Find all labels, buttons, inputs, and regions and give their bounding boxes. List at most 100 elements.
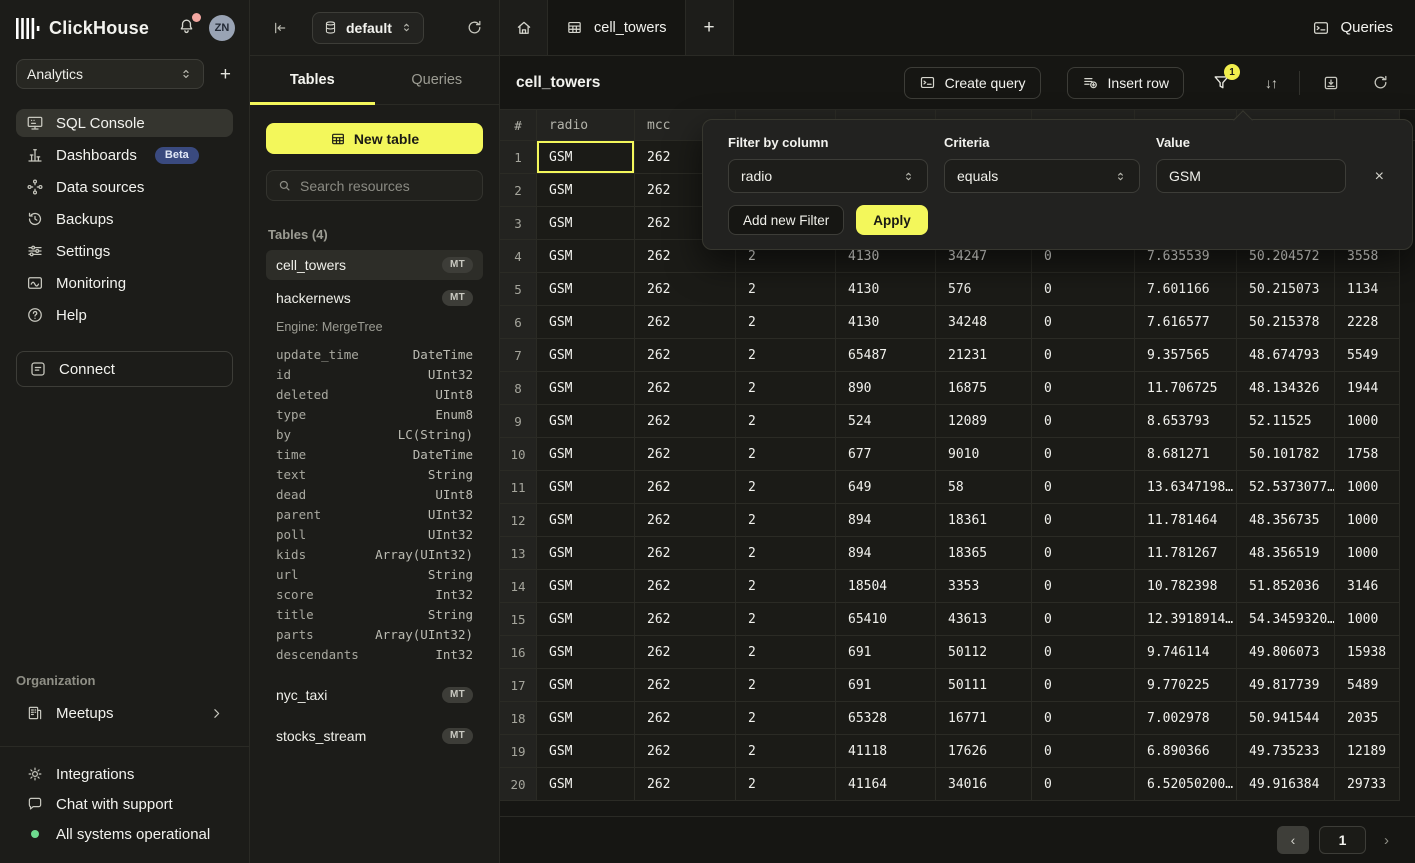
grid-cell[interactable]: GSM [537,702,635,735]
grid-cell[interactable]: 262 [635,372,736,405]
filter-criteria-select[interactable]: equals [944,159,1140,193]
queries-button[interactable]: Queries [1290,0,1415,55]
grid-cell[interactable]: 48.356519 [1237,537,1335,570]
grid-cell[interactable]: 2 [736,372,836,405]
grid-cell[interactable]: 0 [1032,339,1135,372]
grid-cell[interactable]: 262 [635,339,736,372]
grid-cell[interactable]: 2 [736,471,836,504]
grid-cell[interactable]: 50112 [936,636,1032,669]
download-button[interactable] [1312,70,1350,96]
grid-cell[interactable]: 9010 [936,438,1032,471]
grid-cell[interactable]: 0 [1032,735,1135,768]
grid-cell[interactable]: GSM [537,603,635,636]
grid-cell[interactable]: 0 [1032,273,1135,306]
grid-cell[interactable]: GSM [537,768,635,801]
grid-cell[interactable]: GSM [537,537,635,570]
grid-cell[interactable]: 29733 [1335,768,1400,801]
grid-cell[interactable]: 2 [736,306,836,339]
grid-cell[interactable]: 2 [736,669,836,702]
grid-cell[interactable]: 12189 [1335,735,1400,768]
org-item-meetups[interactable]: Meetups [16,698,233,728]
grid-cell[interactable]: 49.817739 [1237,669,1335,702]
grid-cell[interactable]: 2 [736,537,836,570]
grid-cell[interactable]: 576 [936,273,1032,306]
grid-cell[interactable]: 0 [1032,768,1135,801]
database-select[interactable]: default [312,12,424,44]
grid-cell[interactable]: 17626 [936,735,1032,768]
current-page[interactable]: 1 [1319,826,1366,854]
footer-item-integrations[interactable]: Integrations [16,759,233,789]
grid-cell[interactable]: 262 [635,702,736,735]
search-input[interactable] [300,178,481,194]
grid-cell[interactable]: 2228 [1335,306,1400,339]
grid-cell[interactable]: GSM [537,207,635,240]
grid-cell[interactable]: 524 [836,405,936,438]
create-query-button[interactable]: Create query [904,67,1041,99]
grid-cell[interactable]: 1000 [1335,405,1400,438]
grid-cell[interactable]: 2 [736,603,836,636]
grid-cell[interactable]: 41118 [836,735,936,768]
grid-cell[interactable]: 8.681271 [1135,438,1237,471]
grid-cell[interactable]: 894 [836,504,936,537]
grid-cell[interactable]: 2 [736,339,836,372]
grid-cell[interactable]: 65410 [836,603,936,636]
grid-cell[interactable]: 5549 [1335,339,1400,372]
grid-cell[interactable]: 15938 [1335,636,1400,669]
grid-cell[interactable]: 3353 [936,570,1032,603]
grid-cell[interactable]: GSM [537,273,635,306]
grid-cell[interactable]: 48.356735 [1237,504,1335,537]
grid-cell[interactable]: 890 [836,372,936,405]
tab-cell-towers[interactable]: cell_towers [548,0,686,55]
grid-cell[interactable]: 11.781464 [1135,504,1237,537]
grid-cell[interactable]: 0 [1032,669,1135,702]
grid-cell[interactable]: 262 [635,306,736,339]
grid-cell[interactable]: 0 [1032,702,1135,735]
grid-cell[interactable]: GSM [537,570,635,603]
grid-cell[interactable]: 7.601166 [1135,273,1237,306]
apply-filter-button[interactable]: Apply [856,205,928,235]
grid-cell[interactable]: 262 [635,768,736,801]
sidebar-item-help[interactable]: Help [16,301,233,329]
grid-cell[interactable]: 4130 [836,273,936,306]
grid-cell[interactable]: 2 [736,570,836,603]
grid-cell[interactable]: 12089 [936,405,1032,438]
grid-cell[interactable]: GSM [537,405,635,438]
grid-cell[interactable]: 1944 [1335,372,1400,405]
grid-cell[interactable]: GSM [537,240,635,273]
grid-cell[interactable]: 50111 [936,669,1032,702]
grid-cell[interactable]: 649 [836,471,936,504]
table-item-hackernews[interactable]: hackernews MT [266,283,483,313]
sidebar-item-sql-console[interactable]: SQL Console [16,109,233,137]
grid-cell[interactable]: 262 [635,537,736,570]
grid-cell[interactable]: 49.806073 [1237,636,1335,669]
grid-cell[interactable]: 0 [1032,570,1135,603]
next-page-button[interactable]: › [1376,832,1397,849]
grid-cell[interactable]: 262 [635,603,736,636]
avatar[interactable]: ZN [209,15,235,41]
grid-cell[interactable]: 65487 [836,339,936,372]
sidebar-item-backups[interactable]: Backups [16,205,233,233]
column-header[interactable]: # [500,110,537,141]
sort-button[interactable]: ↓↑ [1255,71,1287,95]
grid-cell[interactable]: GSM [537,339,635,372]
grid-cell[interactable]: 0 [1032,537,1135,570]
grid-cell[interactable]: 50.941544 [1237,702,1335,735]
sidebar-item-monitoring[interactable]: Monitoring [16,269,233,297]
grid-cell[interactable]: 9.357565 [1135,339,1237,372]
grid-cell[interactable]: 18361 [936,504,1032,537]
footer-item-all-systems-operational[interactable]: All systems operational [16,819,233,849]
grid-cell[interactable]: 54.3459320… [1237,603,1335,636]
footer-item-chat-with-support[interactable]: Chat with support [16,789,233,819]
grid-cell[interactable]: 0 [1032,372,1135,405]
grid-cell[interactable]: 262 [635,471,736,504]
sidebar-item-data-sources[interactable]: Data sources [16,173,233,201]
grid-cell[interactable]: 1000 [1335,471,1400,504]
grid-cell[interactable]: 2 [736,438,836,471]
grid-cell[interactable]: GSM [537,669,635,702]
grid-cell[interactable]: 0 [1032,306,1135,339]
grid-cell[interactable]: 11.781267 [1135,537,1237,570]
grid-cell[interactable]: 2 [736,273,836,306]
grid-cell[interactable]: 16875 [936,372,1032,405]
grid-cell[interactable]: GSM [537,372,635,405]
sidebar-item-dashboards[interactable]: DashboardsBeta [16,141,233,169]
